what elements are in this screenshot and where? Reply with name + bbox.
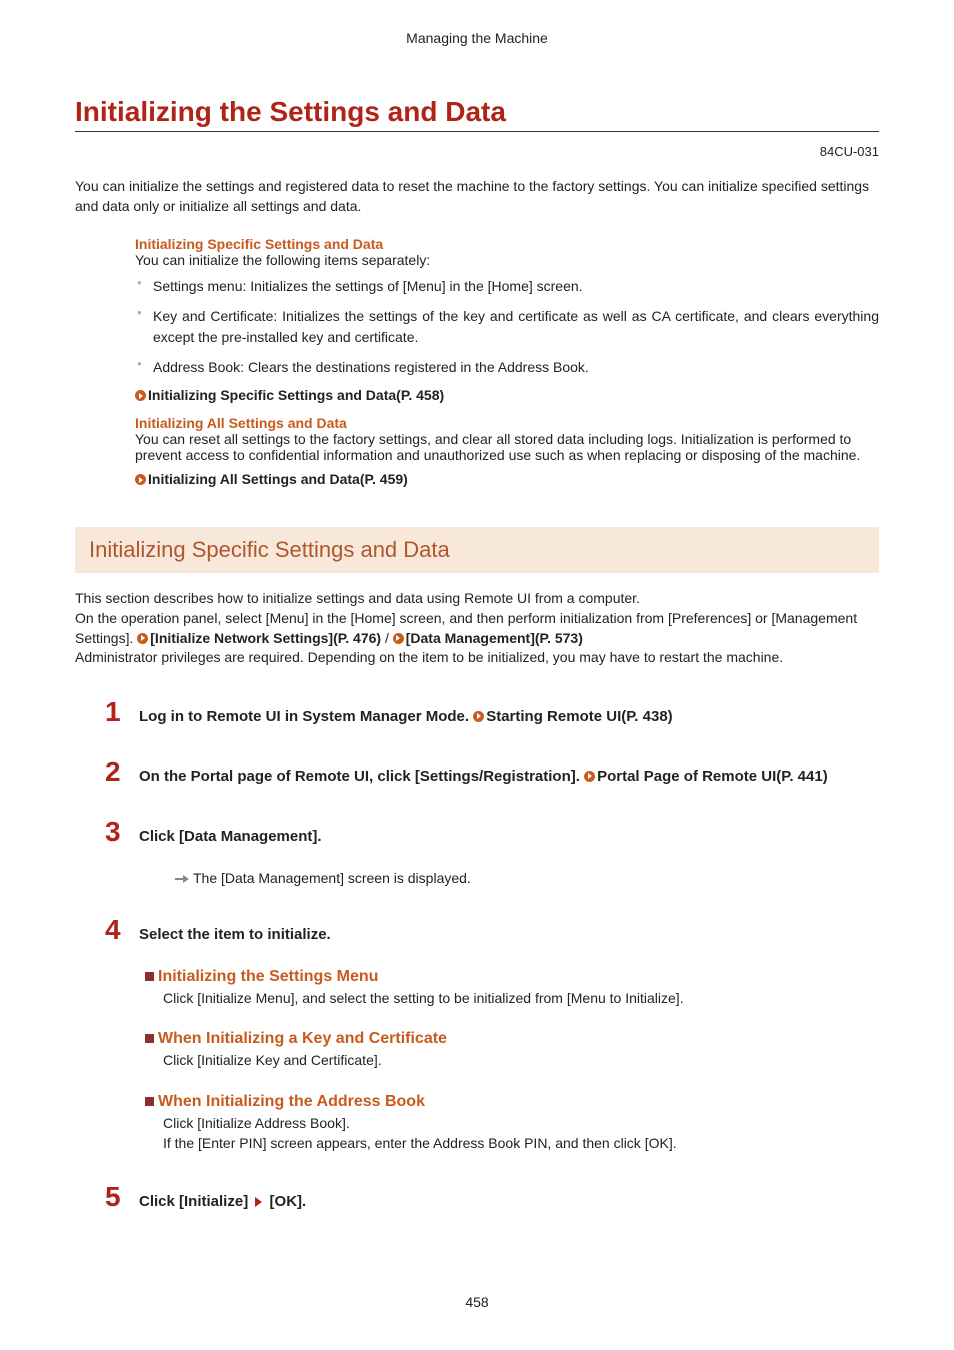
step-number: 2 — [105, 756, 139, 788]
step-title-text: Click [Initialize] — [139, 1193, 252, 1210]
step-number: 3 — [105, 816, 139, 848]
cross-reference-link[interactable]: [Data Management](P. 573) — [406, 630, 583, 646]
page-title: Initializing the Settings and Data — [75, 96, 879, 132]
step-4: 4 Select the item to initialize. Initial… — [105, 914, 879, 1153]
cross-reference-link[interactable]: Starting Remote UI(P. 438) — [486, 708, 672, 725]
bullet-list: Settings menu: Initializes the settings … — [135, 276, 879, 377]
step-result-text: The [Data Management] screen is displaye… — [193, 870, 471, 886]
step-3: 3 Click [Data Management]. The [Data Man… — [105, 816, 879, 886]
subsection-heading: Initializing Specific Settings and Data — [135, 236, 879, 252]
sub-option-heading: Initializing the Settings Menu — [158, 968, 378, 985]
link-icon — [393, 633, 404, 644]
step-title-text: On the Portal page of Remote UI, click [… — [139, 768, 584, 785]
step-5: 5 Click [Initialize] [OK]. — [105, 1181, 879, 1213]
step-title-text: Log in to Remote UI in System Manager Mo… — [139, 708, 473, 725]
step-title: Select the item to initialize. — [139, 924, 331, 946]
sub-option: Initializing the Settings Menu Click [In… — [145, 968, 879, 1009]
cross-reference-link[interactable]: [Initialize Network Settings](P. 476) — [150, 630, 381, 646]
step-title: Log in to Remote UI in System Manager Mo… — [139, 706, 673, 728]
sub-option-body: If the [Enter PIN] screen appears, enter… — [163, 1134, 879, 1154]
step-number: 5 — [105, 1181, 139, 1213]
page-number: 458 — [0, 1294, 954, 1310]
sub-option-body: Click [Initialize Menu], and select the … — [163, 989, 879, 1009]
result-arrow-icon — [175, 874, 189, 884]
list-item: Key and Certificate: Initializes the set… — [135, 306, 879, 347]
intro-paragraph: You can initialize the settings and regi… — [75, 177, 879, 216]
body-text: Administrator privileges are required. D… — [75, 649, 783, 665]
list-item: Settings menu: Initializes the settings … — [135, 276, 879, 296]
sub-option: When Initializing the Address Book Click… — [145, 1093, 879, 1153]
sub-option-heading: When Initializing the Address Book — [158, 1093, 425, 1110]
square-bullet-icon — [145, 1097, 154, 1106]
list-item: Address Book: Clears the destinations re… — [135, 357, 879, 377]
body-text: You can initialize the following items s… — [135, 252, 879, 268]
step-title: Click [Initialize] [OK]. — [139, 1191, 306, 1213]
link-icon — [135, 474, 146, 485]
subsection-heading: Initializing All Settings and Data — [135, 415, 879, 431]
step-number: 1 — [105, 696, 139, 728]
step-title: Click [Data Management]. — [139, 826, 322, 848]
cross-reference-link[interactable]: Initializing Specific Settings and Data(… — [148, 387, 444, 403]
link-icon — [584, 771, 595, 782]
link-icon — [137, 633, 148, 644]
link-icon — [135, 390, 146, 401]
sub-option-body: Click [Initialize Address Book]. — [163, 1114, 879, 1134]
square-bullet-icon — [145, 1034, 154, 1043]
sub-option: When Initializing a Key and Certificate … — [145, 1030, 879, 1071]
square-bullet-icon — [145, 972, 154, 981]
triangle-right-icon — [255, 1197, 262, 1207]
separator: / — [381, 630, 393, 646]
step-number: 4 — [105, 914, 139, 946]
body-text: You can reset all settings to the factor… — [135, 431, 879, 463]
chapter-header: Managing the Machine — [75, 30, 879, 46]
body-text: This section describes how to initialize… — [75, 590, 640, 606]
document-id: 84CU-031 — [75, 144, 879, 159]
step-title-text: [OK]. — [265, 1193, 306, 1210]
step-title: On the Portal page of Remote UI, click [… — [139, 766, 828, 788]
section-body: This section describes how to initialize… — [75, 589, 879, 667]
step-2: 2 On the Portal page of Remote UI, click… — [105, 756, 879, 788]
section-heading: Initializing Specific Settings and Data — [75, 527, 879, 573]
sub-option-body: Click [Initialize Key and Certificate]. — [163, 1051, 879, 1071]
link-icon — [473, 711, 484, 722]
cross-reference-link[interactable]: Portal Page of Remote UI(P. 441) — [597, 768, 828, 785]
step-1: 1 Log in to Remote UI in System Manager … — [105, 696, 879, 728]
cross-reference-link[interactable]: Initializing All Settings and Data(P. 45… — [148, 471, 408, 487]
sub-option-heading: When Initializing a Key and Certificate — [158, 1030, 447, 1047]
